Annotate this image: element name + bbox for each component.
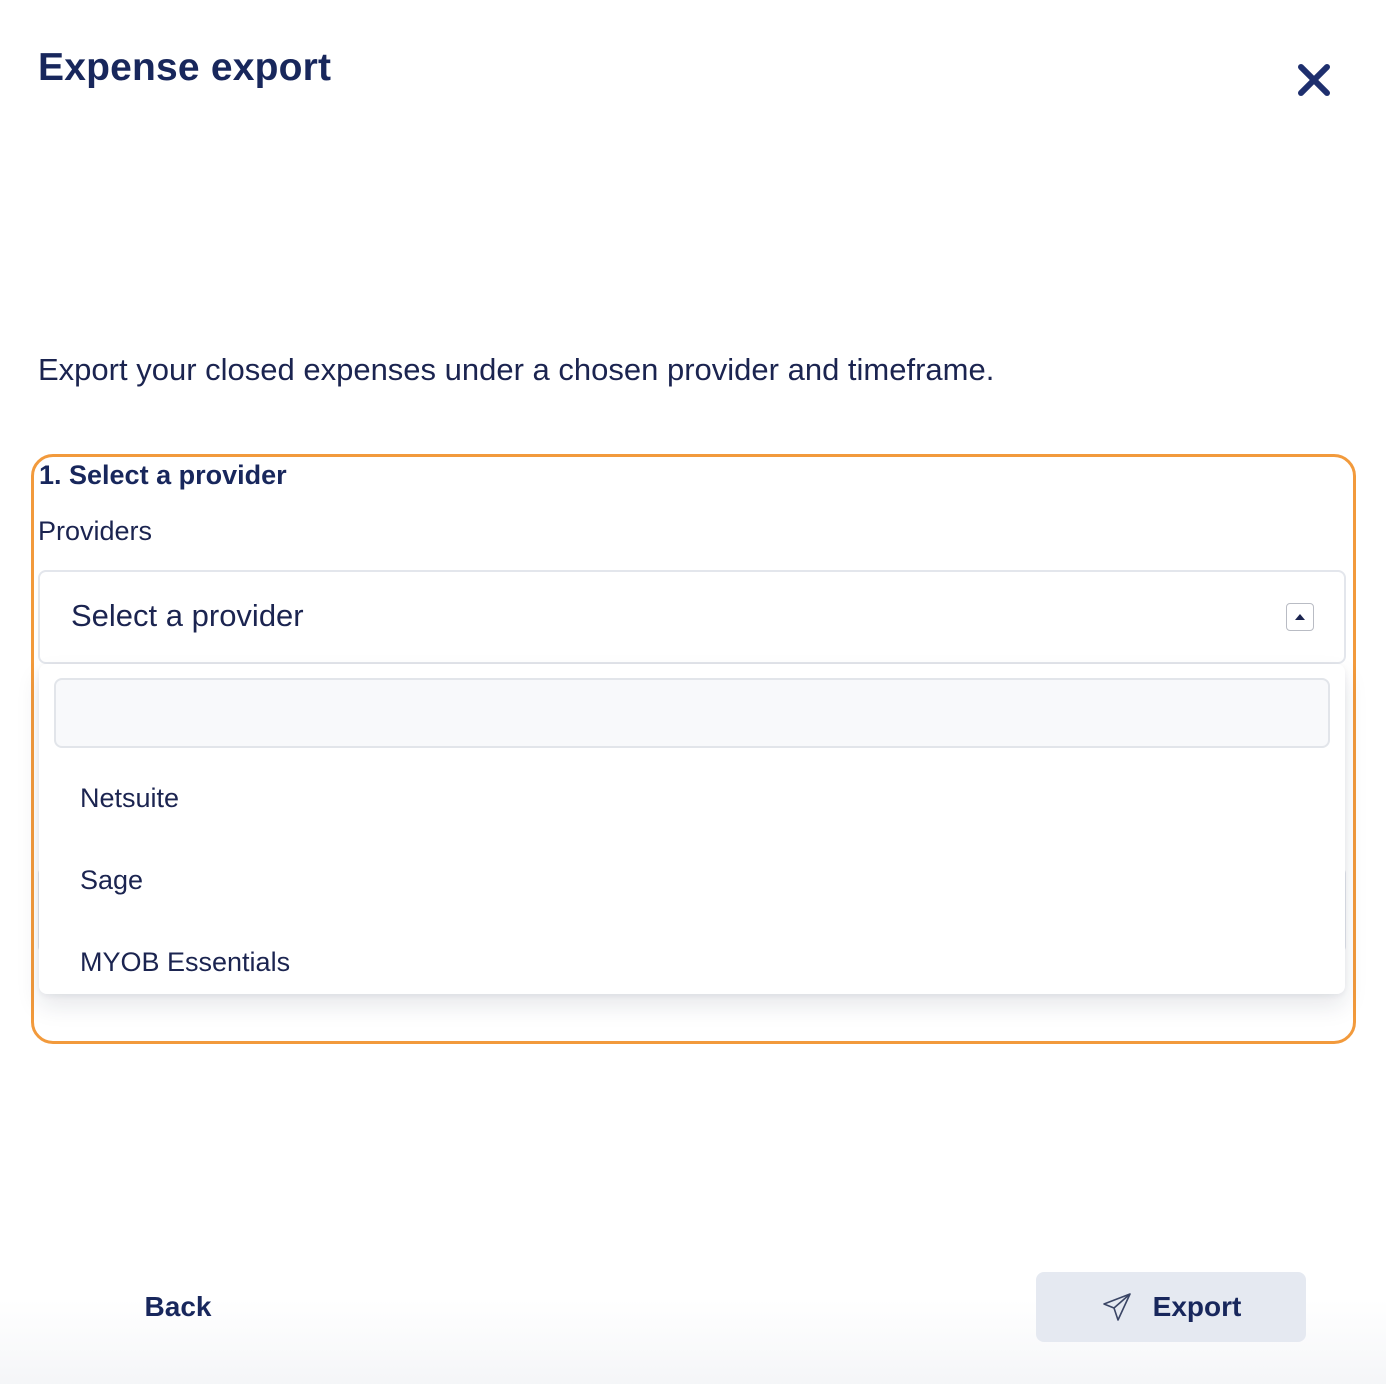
provider-select-value: Select a provider: [71, 598, 304, 633]
close-icon: [1297, 63, 1331, 97]
providers-label: Providers: [38, 516, 153, 546]
back-button[interactable]: Back: [118, 1272, 238, 1342]
provider-option-myob-essentials[interactable]: MYOB Essentials: [39, 922, 1345, 1002]
section-heading: 1. Select a provider: [39, 460, 287, 490]
close-button[interactable]: [1290, 56, 1338, 104]
dialog-description: Export your closed expenses under a chos…: [38, 352, 995, 387]
provider-search-input[interactable]: [54, 678, 1330, 748]
provider-option-netsuite[interactable]: Netsuite: [39, 758, 1345, 838]
dialog-title: Expense export: [38, 46, 332, 89]
export-label: Export: [1152, 1291, 1242, 1322]
export-button[interactable]: Export: [1036, 1272, 1306, 1342]
provider-option-sage[interactable]: Sage: [39, 840, 1345, 920]
provider-select[interactable]: Select a provider: [38, 570, 1346, 664]
provider-dropdown: Netsuite Sage MYOB Essentials: [39, 664, 1345, 994]
paper-plane-icon: [1101, 1291, 1133, 1323]
caret-up-icon[interactable]: [1286, 603, 1314, 631]
